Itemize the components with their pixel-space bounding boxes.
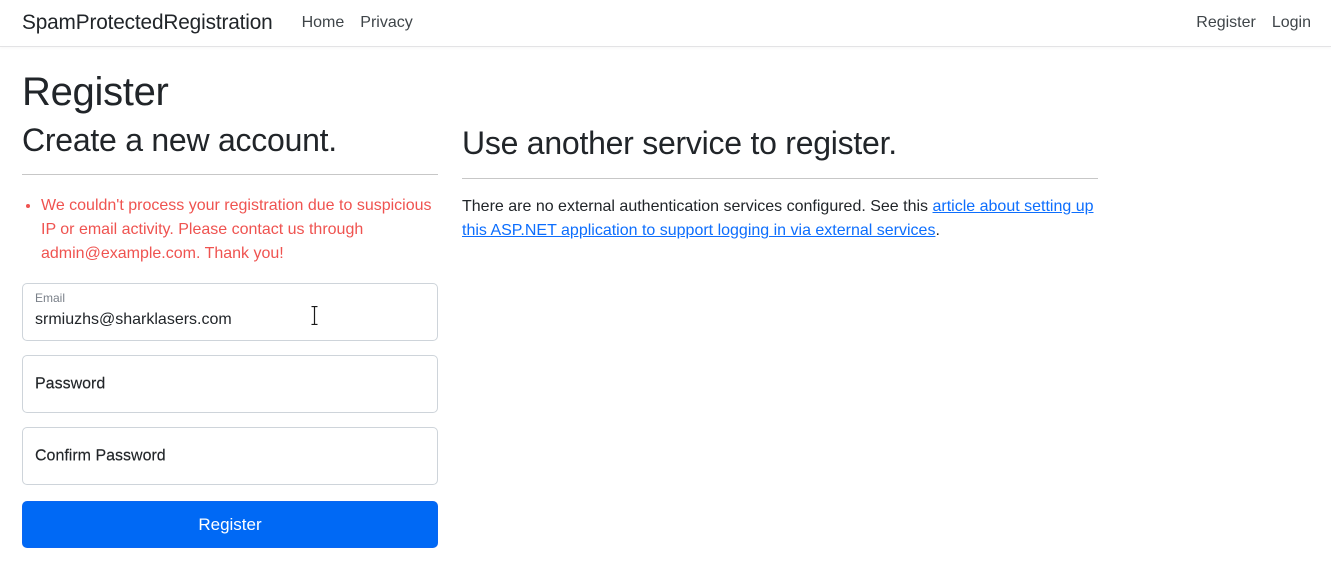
confirm-password-input[interactable]	[22, 427, 438, 486]
register-form-column: Create a new account. We couldn't proces…	[22, 121, 438, 549]
navbar-left-links: Home Privacy	[294, 14, 421, 32]
email-input[interactable]	[22, 283, 438, 342]
validation-error-item: We couldn't process your registration du…	[41, 194, 438, 266]
main-container: Register Create a new account. We couldn…	[0, 68, 1098, 549]
content-row: Create a new account. We couldn't proces…	[22, 121, 1098, 549]
password-field-group: Password	[22, 355, 438, 414]
external-services-divider	[462, 178, 1098, 180]
form-heading: Create a new account.	[22, 122, 337, 158]
main-navbar: SpamProtectedRegistration Home Privacy R…	[0, 0, 1331, 47]
navbar-right-links: Register Login	[1188, 14, 1311, 32]
register-form: Email srmiuzhs@sharklasers.com Password …	[22, 283, 438, 549]
register-submit-button[interactable]: Register	[22, 501, 438, 549]
nav-link-home[interactable]: Home	[294, 14, 353, 32]
nav-link-login[interactable]: Login	[1264, 14, 1311, 32]
external-paragraph-suffix: .	[935, 222, 940, 240]
form-divider	[22, 174, 438, 176]
nav-link-privacy[interactable]: Privacy	[352, 14, 420, 32]
external-services-column: Use another service to register. There a…	[462, 121, 1098, 548]
column-gap	[438, 121, 462, 548]
validation-summary: We couldn't process your registration du…	[22, 194, 438, 266]
confirm-password-field-group: Confirm Password	[22, 427, 438, 486]
page-title: Register	[22, 70, 169, 114]
navbar-brand[interactable]: SpamProtectedRegistration	[22, 11, 273, 35]
external-services-paragraph: There are no external authentication ser…	[462, 195, 1098, 243]
validation-error-list: We couldn't process your registration du…	[22, 194, 438, 266]
email-field-group: Email srmiuzhs@sharklasers.com	[22, 283, 438, 342]
external-services-heading: Use another service to register.	[462, 125, 897, 161]
external-paragraph-prefix: There are no external authentication ser…	[462, 198, 933, 216]
password-input[interactable]	[22, 355, 438, 414]
nav-link-register[interactable]: Register	[1188, 14, 1264, 32]
